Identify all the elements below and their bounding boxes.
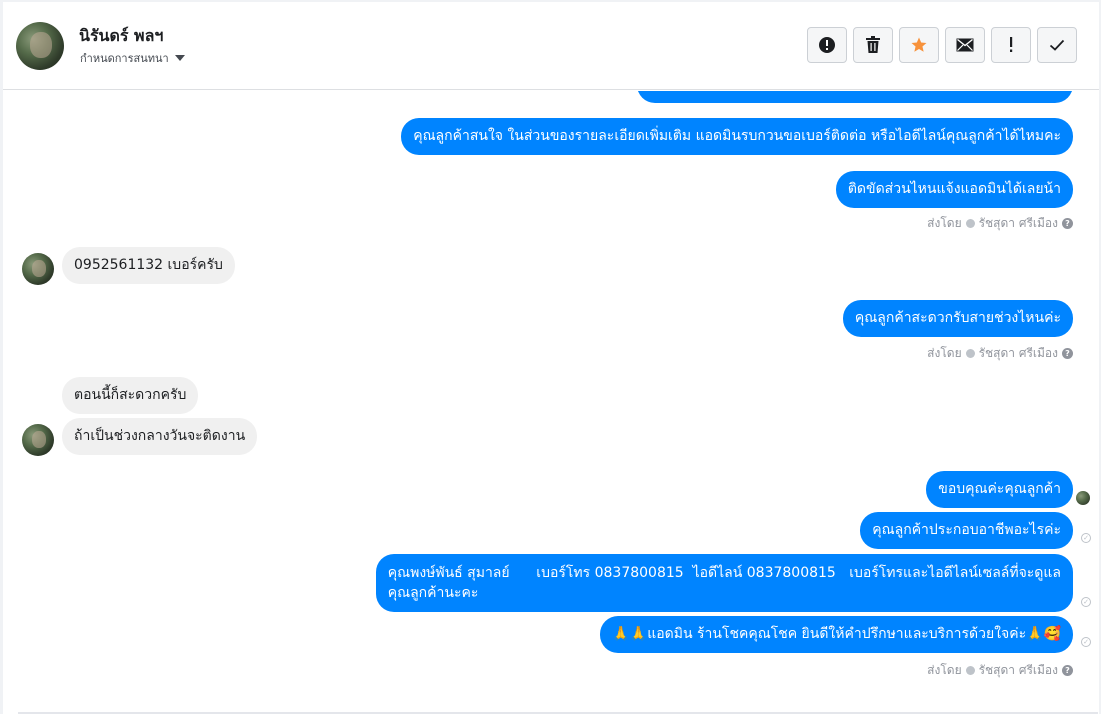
page-icon [965,349,975,358]
sent-by-label: ส่งโดย รัชสุดา ศรีเมือง ? [927,214,1073,233]
contact-avatar[interactable] [16,22,64,70]
help-icon[interactable]: ? [1062,218,1073,229]
message-bubble[interactable]: คุณลูกค้าสนใจ ในส่วนของรายละเอียดเพิ่มเต… [401,118,1073,155]
mark-spam-button[interactable] [807,27,847,63]
message-bubble[interactable]: คุณพงษ์พันธ์ สุมาลย์ เบอร์โทร 0837800815… [375,554,1073,612]
alert-circle-icon [819,37,835,53]
delete-button[interactable] [853,27,893,63]
help-icon[interactable]: ? [1062,665,1073,676]
follow-up-button[interactable] [991,27,1031,63]
message-bubble[interactable]: ติดขัดส่วนไหนแจ้งแอดมินได้เลยน้า [835,171,1073,208]
checkmark-icon [1049,39,1065,51]
sent-by-label: ส่งโดย รัชสุดา ศรีเมือง ? [927,661,1073,680]
caret-down-icon [174,55,185,61]
star-icon [911,37,927,52]
message-bubble[interactable]: 🙏🙏แอดมิน ร้านโชคคุณโชค ยินดีให้คำปรึกษาแ… [600,616,1073,653]
delivered-check-icon: ✓ [1081,637,1091,647]
trash-icon [866,36,880,53]
sender-name[interactable]: รัชสุดา ศรีเมือง [979,344,1058,363]
mark-done-button[interactable] [1037,27,1077,63]
message-bubble[interactable]: คุณลูกค้าประกอบอาชีพอะไรค่ะ [860,512,1073,549]
message-bubble[interactable]: 0952561132 เบอร์ครับ [62,247,235,284]
message-bubble[interactable]: ตอนนี้ก็สะดวกครับ [62,377,199,414]
message-bubble-clipped[interactable] [637,91,1073,103]
contact-avatar-small[interactable] [22,253,54,285]
delivered-check-icon: ✓ [1081,597,1091,607]
message-bubble[interactable]: ถ้าเป็นช่วงกลางวันจะติดงาน [62,418,258,455]
set-conversation-label: กำหนดการสนทนา [80,52,169,65]
contact-avatar-small[interactable] [22,424,54,456]
set-conversation-dropdown[interactable]: กำหนดการสนทนา [80,49,185,67]
read-receipt-avatar [1076,491,1090,505]
sender-name[interactable]: รัชสุดา ศรีเมือง [979,661,1058,680]
page-icon [965,219,975,228]
mark-unread-button[interactable] [945,27,985,63]
message-list[interactable]: คุณลูกค้าสนใจ ในส่วนของรายละเอียดเพิ่มเต… [3,91,1099,714]
help-icon[interactable]: ? [1062,348,1073,359]
sent-by-label: ส่งโดย รัชสุดา ศรีเมือง ? [927,344,1073,363]
message-bubble[interactable]: ขอบคุณค่ะคุณลูกค้า [926,471,1073,508]
star-button[interactable] [899,27,939,63]
conversation-header: นิรันดร์ พลฯ กำหนดการสนทนา [3,2,1099,90]
contact-name[interactable]: นิรันดร์ พลฯ [79,24,163,49]
page-icon [965,666,975,675]
envelope-icon [956,38,974,52]
exclamation-icon [1010,37,1013,52]
header-actions [807,27,1077,63]
delivered-check-icon: ✓ [1081,533,1091,543]
sender-name[interactable]: รัชสุดา ศรีเมือง [979,214,1058,233]
message-bubble[interactable]: คุณลูกค้าสะดวกรับสายช่วงไหนค่ะ [842,300,1073,337]
